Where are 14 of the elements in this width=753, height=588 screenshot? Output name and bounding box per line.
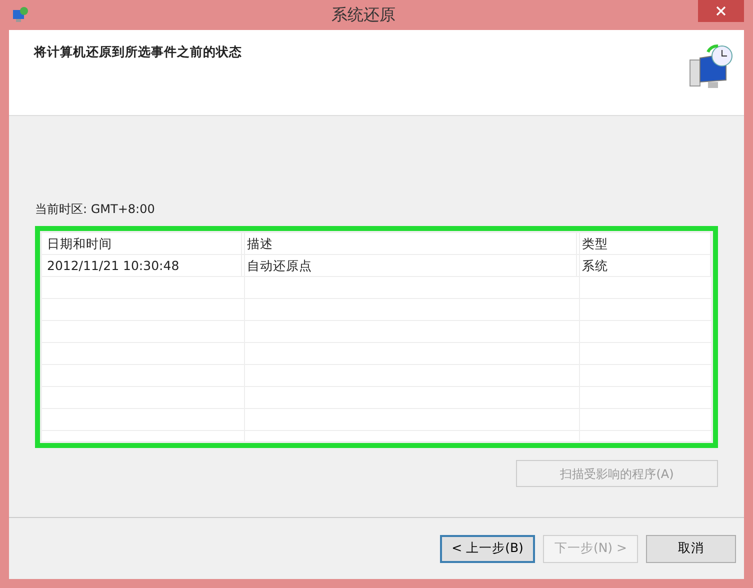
wizard-button[interactable]: 取消 xyxy=(646,534,736,562)
wizard-button[interactable]: < 上一步(B) xyxy=(440,534,536,562)
page-heading: 将计算机还原到所选事件之前的状态 xyxy=(34,44,242,61)
timezone-label: 当前时区: GMT+8:00 xyxy=(35,201,156,218)
table-cell[interactable]: 2012/11/21 10:30:48 xyxy=(42,255,242,277)
table-cell[interactable]: 自动还原点 xyxy=(242,255,577,277)
window-title: 系统还原 xyxy=(330,4,396,26)
table-cell[interactable]: 系统 xyxy=(577,255,711,277)
close-icon xyxy=(716,6,726,16)
column-header[interactable]: 描述 xyxy=(242,233,577,255)
system-restore-icon xyxy=(11,6,29,24)
column-header[interactable]: 日期和时间 xyxy=(42,233,242,255)
column-header[interactable]: 类型 xyxy=(577,233,711,255)
close-button[interactable] xyxy=(698,0,744,22)
